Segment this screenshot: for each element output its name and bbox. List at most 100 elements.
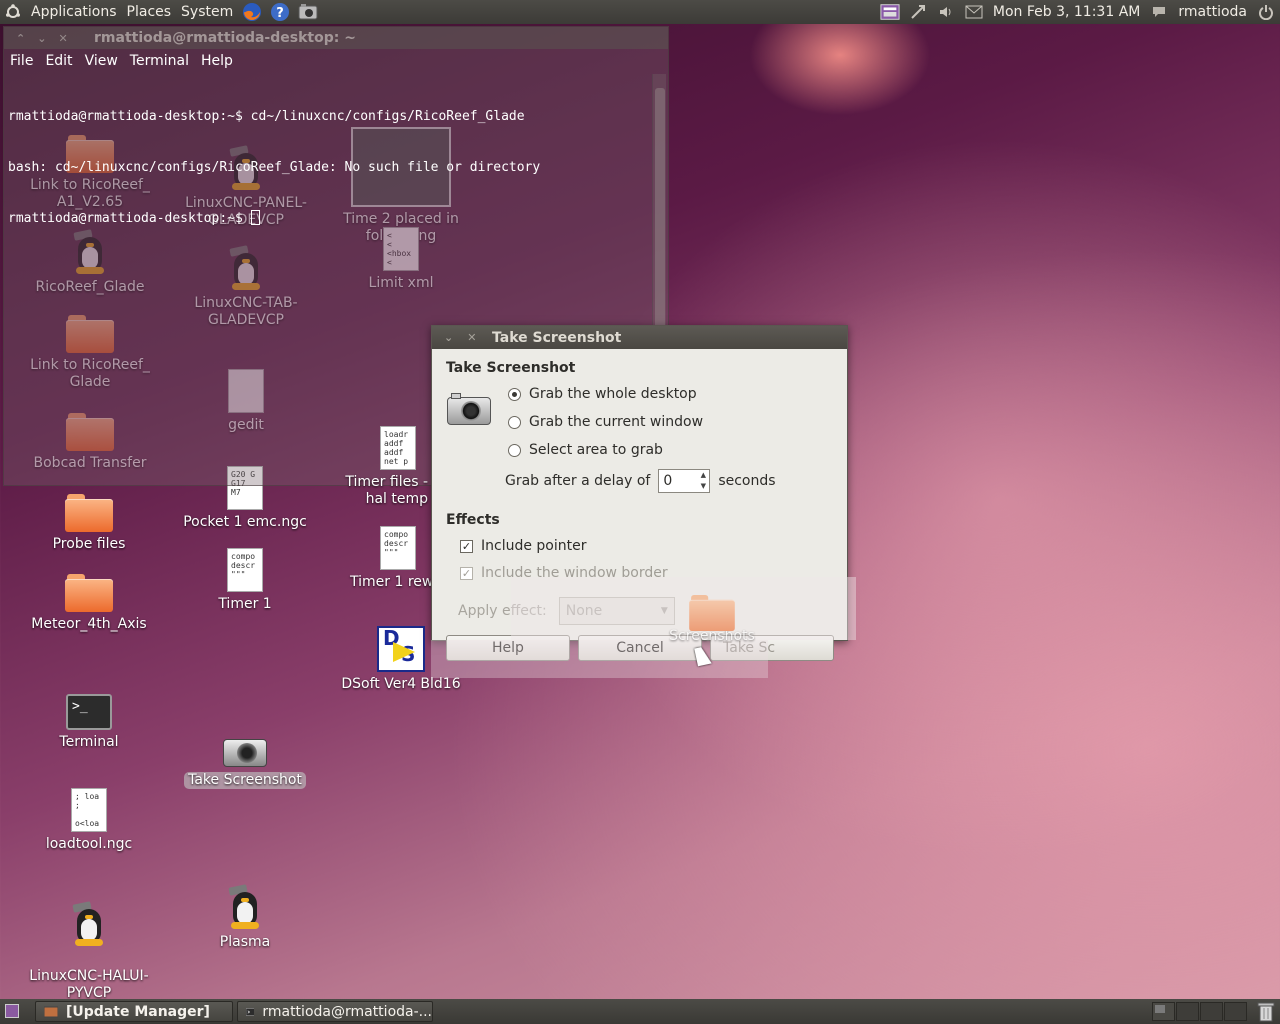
volume-icon[interactable] (936, 3, 956, 21)
drag-overlay-lower (431, 640, 768, 678)
dsoft-icon: D S (377, 626, 425, 672)
clock[interactable]: Mon Feb 3, 11:31 AM (988, 0, 1145, 24)
effects-heading: Effects (446, 512, 500, 528)
desktop-icon-probe-files[interactable]: Probe files (14, 494, 164, 553)
delay-row: Grab after a delay of 0 ▲ ▼ seconds (505, 469, 776, 493)
file-preview: compo descr """ (227, 548, 263, 592)
icon-label: Plasma (219, 934, 271, 950)
system-menu[interactable]: System (176, 0, 238, 24)
minimize-icon[interactable]: ⌄ (444, 331, 453, 344)
radio-label: Select area to grab (529, 442, 663, 458)
terminal-titlebar[interactable]: ⌃ ⌄ ✕ rmattioda@rmattioda-desktop: ~ (4, 27, 668, 49)
dialog-titlebar[interactable]: ⌄ ✕ Take Screenshot (432, 326, 847, 349)
update-manager-icon (44, 1006, 58, 1017)
help-icon[interactable]: ? (270, 3, 290, 21)
icon-label: loadtool.ngc (45, 836, 133, 852)
folder-icon (65, 494, 113, 532)
terminal-line: rmattioda@rmattioda-desktop:~$ cd~/linux… (8, 109, 525, 124)
folder-icon (689, 594, 735, 632)
radio-select-area[interactable]: Select area to grab (508, 442, 663, 458)
workspace-indicator-icon[interactable] (880, 3, 900, 21)
minimize-icon[interactable]: ⌄ (37, 32, 46, 45)
radio-button[interactable] (508, 443, 521, 457)
menu-file[interactable]: File (10, 53, 33, 69)
spin-down-icon[interactable]: ▼ (697, 481, 709, 492)
radio-current-window[interactable]: Grab the current window (508, 414, 703, 430)
icon-label: Limit xml (368, 275, 434, 291)
desktop-icon-take-screenshot[interactable]: Take Screenshot (170, 734, 320, 789)
close-icon[interactable]: ✕ (58, 32, 67, 45)
places-menu[interactable]: Places (122, 0, 177, 24)
workspace-1[interactable] (1152, 1002, 1175, 1021)
firefox-icon[interactable] (242, 3, 262, 21)
dialog-title: Take Screenshot (492, 329, 622, 346)
terminal-icon: >_ (66, 694, 112, 730)
workspace-2[interactable] (1176, 1002, 1199, 1021)
menu-edit[interactable]: Edit (45, 53, 72, 69)
ubuntu-logo-icon[interactable] (0, 0, 26, 24)
task-label: [Update Manager] (66, 1003, 210, 1020)
desktop-icon-meteor[interactable]: Meteor_4th_Axis (14, 574, 164, 633)
top-panel: Applications Places System ? Mon Feb 3, … (0, 0, 1280, 24)
network-icon[interactable] (908, 3, 928, 21)
maximize-icon[interactable]: ⌃ (16, 32, 25, 45)
desktop-icon-gedit[interactable]: gedit (171, 369, 321, 434)
section-heading: Take Screenshot (446, 360, 576, 376)
bottom-panel: [Update Manager] rmattioda@rmattioda-... (0, 999, 1280, 1024)
dragged-screenshots-folder[interactable]: Screenshots (637, 594, 787, 645)
checkbox[interactable]: ✓ (460, 539, 473, 553)
spin-up-icon[interactable]: ▲ (697, 470, 709, 481)
desktop-icon-link-glade[interactable]: Link to RicoReef_ Glade (15, 315, 165, 391)
desktop-icon-bobcad[interactable]: Bobcad Transfer (15, 413, 165, 472)
file-preview: ; loa ; o<loa (71, 788, 107, 832)
user-menu[interactable]: rmattioda (1173, 0, 1252, 24)
icon-label: RicoReef_Glade (35, 279, 145, 295)
power-icon[interactable] (1256, 3, 1276, 21)
folder-icon (66, 413, 114, 451)
terminal-menubar: File Edit View Terminal Help (4, 49, 668, 73)
menu-terminal[interactable]: Terminal (130, 53, 189, 69)
checkbox: ✓ (460, 566, 473, 580)
applications-menu[interactable]: Applications (26, 0, 122, 24)
terminal-output[interactable]: rmattioda@rmattioda-desktop:~$ cd~/linux… (8, 74, 650, 261)
mail-icon[interactable] (964, 3, 984, 21)
radio-label: Grab the current window (529, 414, 704, 430)
terminal-prompt: rmattioda@rmattioda-desktop:~$ (8, 211, 251, 226)
desktop-icon-timer-files[interactable]: loadr addf addf net p Timer files - hal … (318, 426, 428, 508)
task-label: rmattioda@rmattioda-... (262, 1003, 432, 1020)
radio-button[interactable] (508, 415, 521, 429)
desktop-icon-plasma[interactable]: Plasma (170, 884, 320, 951)
icon-label: LinuxCNC-TAB- GLADEVCP (194, 295, 298, 328)
radio-button[interactable] (508, 387, 521, 401)
desktop-icon-loadtool[interactable]: ; loa ; o<loa loadtool.ngc (14, 788, 164, 853)
gedit-icon (228, 369, 264, 413)
include-pointer-checkbox[interactable]: ✓ Include pointer (460, 538, 587, 554)
menu-help[interactable]: Help (201, 53, 233, 69)
icon-label: Meteor_4th_Axis (31, 616, 147, 632)
camera-icon (223, 734, 267, 768)
delay-spinner[interactable]: 0 ▲ ▼ (658, 469, 711, 493)
terminal-small-icon (246, 1007, 255, 1016)
icon-label: DSoft Ver4 Bld16 (341, 676, 461, 692)
screenshot-launcher-icon[interactable] (298, 3, 318, 21)
file-preview: loadr addf addf net p (380, 426, 416, 470)
chat-status-icon[interactable] (1149, 3, 1169, 21)
desktop-icon-terminal[interactable]: >_ Terminal (14, 694, 164, 751)
delay-unit: seconds (718, 473, 776, 489)
delay-label: Grab after a delay of (505, 473, 651, 489)
workspace-4[interactable] (1224, 1002, 1247, 1021)
icon-label: gedit (228, 417, 264, 433)
trash-icon[interactable] (1257, 1001, 1275, 1022)
icon-label: Timer 1 (218, 596, 272, 612)
show-desktop-icon[interactable] (5, 1004, 19, 1018)
radio-whole-desktop[interactable]: Grab the whole desktop (508, 386, 697, 402)
task-update-manager[interactable]: [Update Manager] (35, 1001, 233, 1022)
icon-label: Pocket 1 emc.ngc (183, 514, 307, 530)
icon-label: Bobcad Transfer (33, 455, 147, 471)
task-terminal[interactable]: rmattioda@rmattioda-... (237, 1001, 433, 1022)
close-icon[interactable]: ✕ (467, 331, 476, 344)
workspace-3[interactable] (1200, 1002, 1223, 1021)
menu-view[interactable]: View (85, 53, 118, 69)
delay-value: 0 (663, 473, 673, 489)
desktop-icon-timer1[interactable]: compo descr """ Timer 1 (170, 548, 320, 613)
